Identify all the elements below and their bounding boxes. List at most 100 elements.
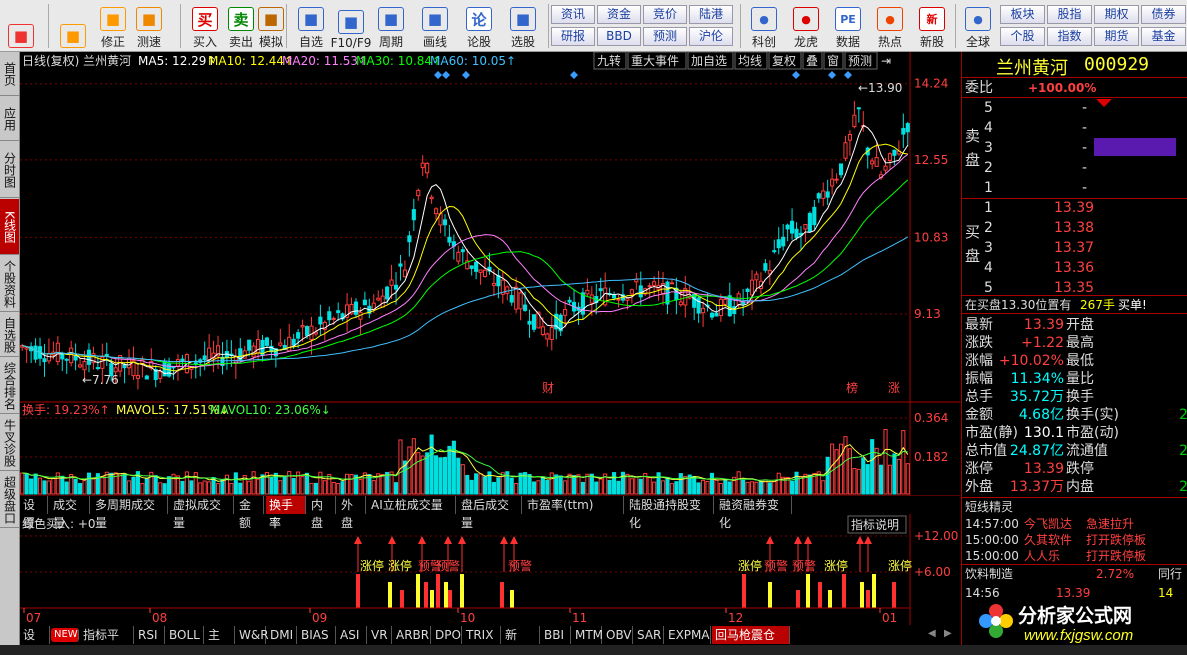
news-row[interactable]: 15:00:00 久其软件 打开跌停板 <box>962 532 1187 548</box>
indicator-tab[interactable]: 主力 <box>205 626 235 655</box>
left-tab[interactable]: 分时图 <box>0 142 19 198</box>
volume-tab[interactable]: 市盈率(ttm) <box>524 496 624 514</box>
indicator-tab[interactable]: NEW <box>51 628 79 642</box>
event-marker[interactable]: 榜 <box>846 380 858 395</box>
market-button[interactable]: 债券 <box>1141 5 1186 24</box>
indicator-tab[interactable]: BBI <box>541 626 571 644</box>
pencil-button[interactable]: ■ 画线 <box>416 2 454 50</box>
star-button[interactable]: ■ 自选 <box>292 2 330 50</box>
news-row[interactable]: 14:57:00 今飞凯达 急速拉升 <box>962 516 1187 532</box>
market-button[interactable]: 期货 <box>1094 27 1139 46</box>
left-tab[interactable]: 综合排名 <box>0 358 19 414</box>
volume-tab[interactable]: 成交量 <box>50 496 90 530</box>
indicator-tab[interactable]: DPO <box>432 626 462 644</box>
scroll-left-icon[interactable]: ◀ <box>928 628 936 639</box>
indicator-tab[interactable]: ARBR <box>393 626 431 644</box>
volume-tab[interactable]: 虚拟成交量 <box>170 496 234 530</box>
indicator-tab[interactable]: DMI <box>267 626 297 644</box>
volume-tab[interactable]: 多周期成交量 <box>92 496 168 530</box>
sector-peer-button[interactable]: 同行 <box>1158 565 1182 584</box>
magnifier-button[interactable]: ■ 选股 <box>504 2 542 50</box>
fire-button[interactable]: ● 热点 <box>870 2 910 50</box>
volume-tab[interactable]: 金额 <box>236 496 264 530</box>
left-tab[interactable]: 个股资料 <box>0 256 19 312</box>
panel-button[interactable]: 资金 <box>597 5 641 24</box>
market-button[interactable]: 个股 <box>1000 27 1045 46</box>
cycle-button[interactable]: ■ 周期 <box>372 2 410 50</box>
panel-button[interactable]: 资讯 <box>551 5 595 24</box>
dragon-button[interactable]: ● 龙虎 <box>786 2 826 50</box>
market-button[interactable]: 板块 <box>1000 5 1045 24</box>
scroll-right-icon[interactable]: ▶ <box>944 628 952 639</box>
left-tab[interactable]: K线图 <box>0 199 19 255</box>
market-button[interactable]: 基金 <box>1141 27 1186 46</box>
panel-button[interactable]: 竞价 <box>643 5 687 24</box>
indicator-tab[interactable]: BIAS <box>298 626 336 644</box>
market-button[interactable]: 股指 <box>1047 5 1092 24</box>
new-stock-button[interactable]: 新新股 <box>912 2 952 50</box>
back-arrow-button[interactable]: ■ <box>54 2 92 50</box>
volume-tab[interactable]: 外盘 <box>338 496 366 530</box>
volume-bar <box>371 480 376 495</box>
event-diamond-icon[interactable] <box>434 71 442 79</box>
panel-button[interactable]: 沪伦 <box>689 27 733 46</box>
chart-button[interactable]: ● 科创 <box>744 2 784 50</box>
candle-body <box>714 312 719 317</box>
discuss-button[interactable]: 论论股 <box>460 2 498 50</box>
event-marker[interactable]: 涨 <box>888 380 900 395</box>
market-button[interactable]: 期权 <box>1094 5 1139 24</box>
left-tab[interactable]: 牛叉诊股 <box>0 415 19 471</box>
event-diamond-icon[interactable] <box>792 71 800 79</box>
hammer-button[interactable]: ■ 模拟 <box>252 2 290 50</box>
event-diamond-icon[interactable] <box>570 71 578 79</box>
event-diamond-icon[interactable] <box>828 71 836 79</box>
indicator-tab[interactable]: SAR <box>634 626 664 644</box>
indicator-tab[interactable]: OBV <box>603 626 633 644</box>
panel-button[interactable]: 预测 <box>643 27 687 46</box>
indicator-tab[interactable]: ASI <box>337 626 367 644</box>
event-diamond-icon[interactable] <box>844 71 852 79</box>
indicator-tab[interactable]: W&R <box>236 626 269 644</box>
news-row[interactable]: 15:00:00 人人乐 打开跌停板 <box>962 548 1187 564</box>
indicator-tab[interactable]: RSI <box>135 626 165 644</box>
kline-svg[interactable]: 日线(复权) 兰州黄河 MA5: 12.29↑MA10: 12.44↑MA20: … <box>20 51 960 625</box>
event-diamond-icon[interactable] <box>462 71 470 79</box>
panel-button[interactable]: 陆港 <box>689 5 733 24</box>
indicator-tab[interactable]: EXPMA <box>665 626 711 644</box>
volume-tab[interactable]: 设置 <box>20 496 48 530</box>
volume-tab[interactable]: 融资融券变化 <box>716 496 792 530</box>
up-down-arrows-button[interactable]: ■ 修正 <box>94 2 132 50</box>
left-tab[interactable]: 超级盘口 <box>0 472 19 528</box>
volume-tab[interactable]: 内盘 <box>308 496 336 530</box>
window-button[interactable]: ■ <box>2 2 40 50</box>
indicator-tab[interactable]: TRIX <box>463 626 501 644</box>
left-tab[interactable]: 自选股 <box>0 313 19 357</box>
volume-tab[interactable]: 换手率 <box>266 496 306 530</box>
indicator-tab[interactable]: 回马枪震仓线 <box>712 626 790 655</box>
indicator-tab[interactable]: BOLL <box>166 626 204 644</box>
clock-button[interactable]: ■ 测速 <box>130 2 168 50</box>
f10-button[interactable]: ■ F10/F9 <box>331 2 371 50</box>
indicator-tab[interactable]: 新DMA <box>502 626 540 655</box>
indicator-tab[interactable]: MTM <box>572 626 603 644</box>
news-stock: 人人乐 <box>1024 549 1061 563</box>
kline-chart-area[interactable]: 日线(复权) 兰州黄河 MA5: 12.29↑ MA10: 12.44↑ MA20: … <box>20 51 960 625</box>
market-button[interactable]: 指数 <box>1047 27 1092 46</box>
indicator-tab[interactable]: 设置 <box>20 626 50 655</box>
event-marker[interactable]: 财 <box>542 381 554 395</box>
panel-button[interactable]: BBD <box>597 27 641 46</box>
volume-tab[interactable]: 盘后成交量 <box>458 496 522 530</box>
collapse-icon[interactable]: ⇥ <box>881 54 891 68</box>
volume-tab[interactable]: 陆股通持股变化 <box>626 496 714 530</box>
panel-button[interactable]: 研报 <box>551 27 595 46</box>
event-diamond-icon[interactable] <box>442 71 450 79</box>
left-tab[interactable]: 应用 <box>0 97 19 141</box>
sector-name[interactable]: 饮料制造 <box>965 565 1013 584</box>
buy-button[interactable]: 买买入 <box>186 2 224 50</box>
pe-button[interactable]: PE 数据 <box>828 2 868 50</box>
left-tab[interactable]: 首页 <box>0 52 19 96</box>
globe-button[interactable]: ● 全球 <box>958 2 998 50</box>
volume-tab[interactable]: AI立桩成交量 <box>368 496 456 514</box>
indicator-tab[interactable]: 指标平台 <box>80 626 134 655</box>
indicator-tab[interactable]: VR <box>368 626 392 644</box>
